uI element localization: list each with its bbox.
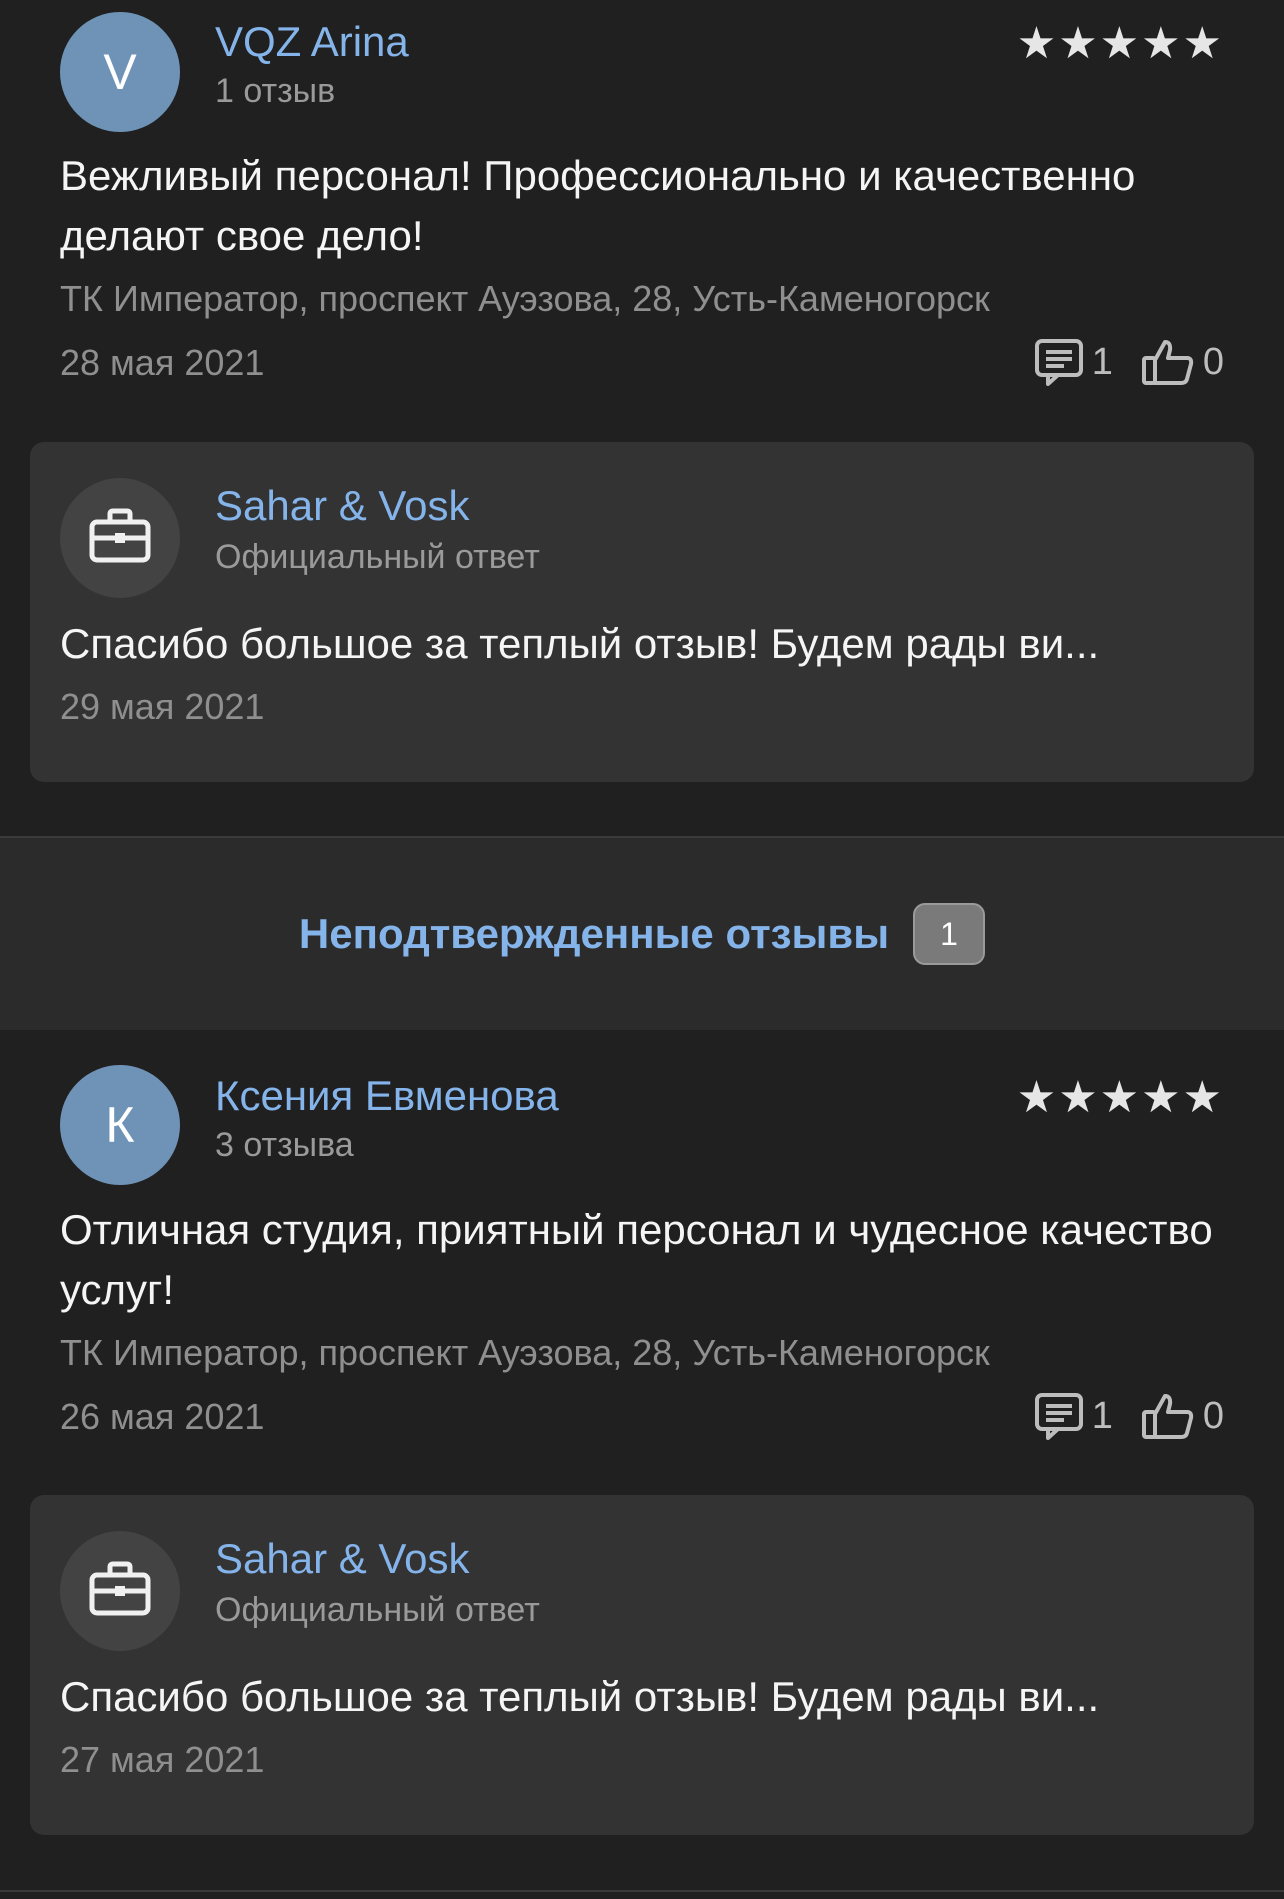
thumbs-up-icon[interactable]	[1141, 338, 1195, 386]
review-address[interactable]: ТК Император, проспект Ауэзова, 28, Усть…	[60, 278, 990, 320]
business-avatar[interactable]	[60, 478, 180, 598]
author-name[interactable]: Ксения Евменова	[215, 1072, 559, 1120]
business-name[interactable]: Sahar & Vosk	[215, 1535, 469, 1583]
briefcase-icon	[88, 1561, 152, 1622]
official-reply: Sahar & Vosk Официальный ответ Спасибо б…	[30, 442, 1254, 782]
reply-text[interactable]: Спасибо большое за теплый отзыв! Будем р…	[60, 1673, 1230, 1721]
likes-count: 0	[1202, 1394, 1224, 1437]
author-review-count: 1 отзыв	[215, 72, 336, 110]
author-review-count: 3 отзыва	[215, 1126, 354, 1164]
thumbs-up-icon[interactable]	[1141, 1392, 1195, 1440]
official-reply: Sahar & Vosk Официальный ответ Спасибо б…	[30, 1495, 1254, 1835]
star-rating: ★★★★★	[1016, 19, 1224, 68]
divider	[0, 1890, 1284, 1892]
official-reply-label: Официальный ответ	[215, 538, 540, 576]
review-card: К Ксения Евменова 3 отзыва ★★★★★ Отлична…	[0, 1030, 1284, 1888]
review-date: 26 мая 2021	[60, 1396, 265, 1437]
star-rating: ★★★★★	[1016, 1073, 1224, 1122]
reply-text[interactable]: Спасибо большое за теплый отзыв! Будем р…	[60, 620, 1230, 668]
review-text: Вежливый персонал! Профессионально и кач…	[60, 152, 1136, 259]
business-avatar[interactable]	[60, 1531, 180, 1651]
likes-count: 0	[1202, 340, 1224, 383]
unconfirmed-reviews-label: Неподтвержденные отзывы	[298, 910, 890, 957]
review-actions: 1 0	[1034, 338, 1224, 386]
briefcase-icon	[88, 508, 152, 569]
comment-icon[interactable]	[1034, 1392, 1084, 1440]
business-name[interactable]: Sahar & Vosk	[215, 482, 469, 530]
comments-count: 1	[1091, 340, 1113, 383]
review-address[interactable]: ТК Император, проспект Ауэзова, 28, Усть…	[60, 1332, 990, 1374]
avatar[interactable]: V	[60, 12, 180, 132]
reply-date: 29 мая 2021	[60, 686, 265, 727]
unconfirmed-count-badge: 1	[913, 903, 986, 965]
review-card: V VQZ Arina 1 отзыв ★★★★★ Вежливый персо…	[0, 0, 1284, 836]
reply-date: 27 мая 2021	[60, 1739, 265, 1780]
unconfirmed-reviews-button[interactable]: Неподтвержденные отзывы 1	[0, 836, 1284, 1032]
comment-icon[interactable]	[1034, 338, 1084, 386]
comments-count: 1	[1091, 1394, 1113, 1437]
avatar[interactable]: К	[60, 1065, 180, 1185]
official-reply-label: Официальный ответ	[215, 1591, 540, 1629]
review-actions: 1 0	[1034, 1392, 1224, 1440]
review-date: 28 мая 2021	[60, 342, 265, 383]
review-text: Отличная студия, приятный персонал и чуд…	[60, 1206, 1213, 1313]
author-name[interactable]: VQZ Arina	[215, 18, 409, 66]
